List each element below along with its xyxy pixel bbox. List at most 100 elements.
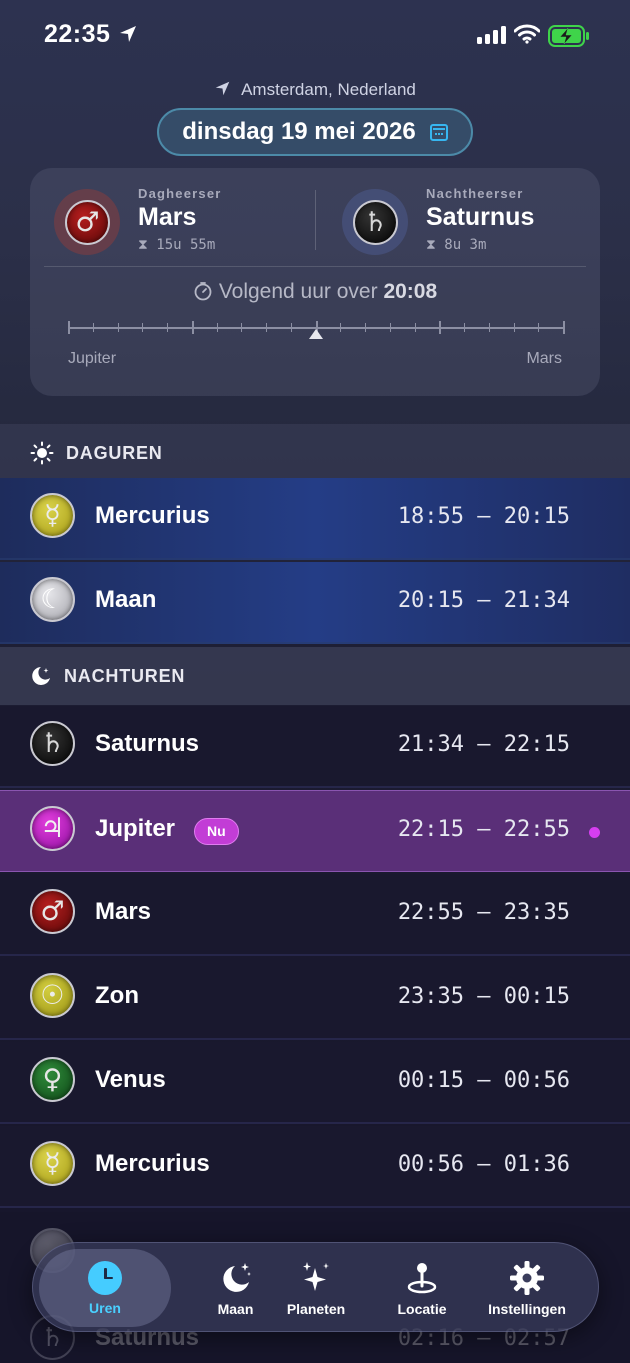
saturn-icon: ♄ xyxy=(353,200,398,245)
hourglass-icon: ⧗ xyxy=(138,237,148,253)
hour-name: Maan xyxy=(95,586,157,613)
timeline-tick xyxy=(464,323,465,332)
card-divider xyxy=(44,266,586,267)
hour-row[interactable]: ☿ Mercurius 00:56 – 01:36 xyxy=(0,1126,630,1208)
night-ruler-duration: ⧗ 8u 3m xyxy=(426,237,486,253)
hour-row[interactable]: ♂ Mars 22:55 – 23:35 xyxy=(0,874,630,956)
gear-icon xyxy=(510,1260,544,1295)
hour-name: Saturnus xyxy=(95,730,200,757)
mercury-icon: ☿ xyxy=(30,1141,75,1186)
section-header-day: DAGUREN xyxy=(0,424,630,482)
timeline-tick xyxy=(538,323,539,332)
hour-name: Jupiter xyxy=(95,815,176,842)
hour-name: Mars xyxy=(95,898,152,925)
timeline-tick xyxy=(415,323,416,332)
date-text: dinsdag 19 mei 2026 xyxy=(182,118,416,145)
day-ruler-duration: ⧗ 15u 55m xyxy=(138,237,215,253)
timeline-right-label: Mars xyxy=(526,350,562,367)
current-hour-row[interactable]: ♃ Jupiter Nu 22:15 – 22:55 xyxy=(0,790,630,872)
hour-progress-timeline xyxy=(68,318,565,342)
night-ruler-duration-text: 8u 3m xyxy=(444,237,487,253)
hour-time-range: 00:56 – 01:36 xyxy=(397,1152,570,1177)
hour-time-range: 22:55 – 23:35 xyxy=(397,900,570,925)
ruler-divider xyxy=(315,190,316,250)
saturn-icon: ♄ xyxy=(30,721,75,766)
clock-icon xyxy=(88,1260,122,1295)
next-hour-countdown: Volgend uur over 20:08 xyxy=(30,280,600,304)
location-label[interactable]: Amsterdam, Nederland xyxy=(0,80,630,100)
rulers-card: ♂ Dagheerser Mars ⧗ 15u 55m ♄ Nachtheers… xyxy=(30,168,600,396)
timer-icon xyxy=(194,282,212,301)
section-header-night: NACHTUREN xyxy=(0,647,630,705)
night-ruler-label: Nachtheerser xyxy=(426,186,524,201)
timeline-current-marker xyxy=(309,329,323,339)
hour-row[interactable]: ♀ Venus 00:15 – 00:56 xyxy=(0,1042,630,1124)
timeline-tick xyxy=(390,323,391,332)
wifi-icon xyxy=(514,24,540,44)
tab-uren[interactable]: Uren xyxy=(39,1249,171,1327)
cellular-signal-icon xyxy=(477,26,506,44)
current-indicator-dot xyxy=(589,827,600,838)
battery-charging-icon xyxy=(548,25,589,47)
calendar-icon xyxy=(429,123,448,141)
timeline-tick xyxy=(266,323,267,332)
timeline-tick xyxy=(68,321,70,334)
location-arrow-icon xyxy=(120,26,136,42)
moon-icon: ☾ xyxy=(30,577,75,622)
moon-stars-icon xyxy=(222,1262,251,1292)
hour-time-range: 18:55 – 20:15 xyxy=(397,504,570,529)
sun-icon: ☉ xyxy=(30,973,75,1018)
section-title-night: NACHTUREN xyxy=(64,665,186,686)
mars-icon: ♂ xyxy=(30,889,75,934)
hour-time-range: 21:34 – 22:15 xyxy=(397,732,570,757)
hourglass-icon: ⧗ xyxy=(426,237,436,253)
moon-stars-icon xyxy=(32,667,50,685)
timeline-tick xyxy=(291,323,292,332)
day-ruler-label: Dagheerser xyxy=(138,186,222,201)
tab-instellingen[interactable]: Instellingen xyxy=(476,1243,578,1333)
day-ruler-halo: ♂ xyxy=(54,189,120,255)
day-ruler-planet: Mars xyxy=(138,203,197,231)
timeline-tick xyxy=(514,323,515,332)
hour-time-range: 00:15 – 00:56 xyxy=(397,1068,570,1093)
mercury-icon: ☿ xyxy=(30,493,75,538)
hour-time-range: 23:35 – 00:15 xyxy=(397,984,570,1009)
tab-label: Instellingen xyxy=(488,1300,566,1317)
tab-label: Planeten xyxy=(286,1300,346,1317)
next-hour-prefix: Volgend uur over xyxy=(218,280,378,303)
tab-locatie[interactable]: Locatie xyxy=(371,1243,473,1333)
now-badge: Nu xyxy=(194,818,239,845)
hour-time-range: 20:15 – 21:34 xyxy=(397,588,570,613)
timeline-tick xyxy=(563,321,565,334)
timeline-tick xyxy=(142,323,143,332)
day-ruler-duration-text: 15u 55m xyxy=(156,237,216,253)
hour-name: Venus xyxy=(95,1066,166,1093)
section-title-day: DAGUREN xyxy=(66,442,163,463)
tab-planeten[interactable]: Planeten xyxy=(265,1243,367,1333)
mars-icon: ♂ xyxy=(65,200,110,245)
next-hour-time: 20:08 xyxy=(383,280,438,303)
hour-name: Zon xyxy=(95,982,139,1009)
timeline-tick xyxy=(217,323,218,332)
tab-label: Locatie xyxy=(397,1300,447,1317)
timeline-tick xyxy=(93,323,94,332)
timeline-tick xyxy=(192,321,194,334)
hour-row[interactable]: ☿ Mercurius 18:55 – 20:15 xyxy=(0,478,630,560)
location-arrow-icon xyxy=(215,81,230,96)
timeline-tick xyxy=(489,323,490,332)
hour-row[interactable]: ☉ Zon 23:35 – 00:15 xyxy=(0,958,630,1040)
status-bar: 22:35 xyxy=(0,0,630,72)
date-picker-button[interactable]: dinsdag 19 mei 2026 xyxy=(157,108,473,156)
map-pin-icon xyxy=(407,1262,437,1293)
sun-icon xyxy=(30,441,54,465)
tab-label: Uren xyxy=(89,1299,121,1316)
tab-label: Maan xyxy=(217,1300,254,1317)
status-time: 22:35 xyxy=(44,20,111,48)
hour-row[interactable]: ♄ Saturnus 21:34 – 22:15 xyxy=(0,706,630,788)
timeline-tick xyxy=(340,323,341,332)
location-text: Amsterdam, Nederland xyxy=(241,80,416,99)
night-ruler-planet: Saturnus xyxy=(426,203,535,231)
tab-bar: Uren Maan Planeten Locatie Instellingen xyxy=(32,1242,599,1332)
timeline-left-label: Jupiter xyxy=(68,350,117,367)
hour-row[interactable]: ☾ Maan 20:15 – 21:34 xyxy=(0,562,630,644)
